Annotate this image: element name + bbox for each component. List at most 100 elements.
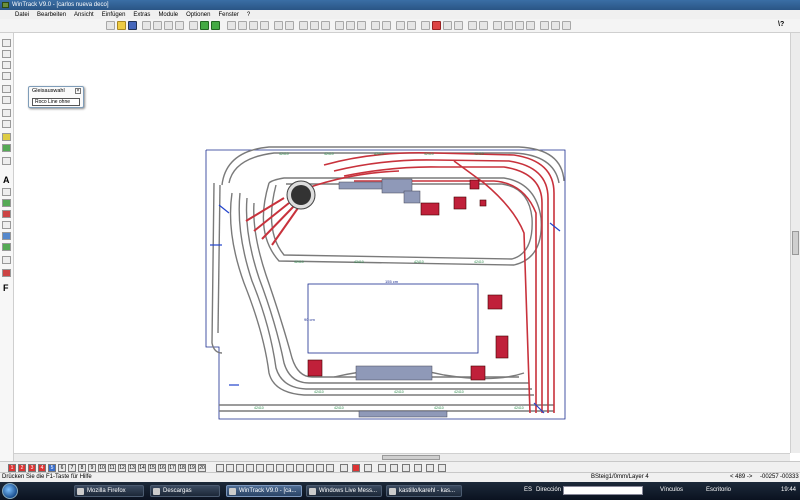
nav-stop-icon[interactable] — [438, 464, 446, 472]
rotate-icon[interactable] — [346, 21, 355, 30]
rectangle-icon[interactable] — [504, 21, 513, 30]
3d-view-icon[interactable] — [540, 21, 549, 30]
layer-extra-button[interactable] — [216, 464, 224, 472]
layer-extra-button[interactable] — [226, 464, 234, 472]
layer-button-9[interactable]: 9 — [88, 464, 96, 472]
connect-icon[interactable] — [421, 21, 430, 30]
menu-datei[interactable]: Datei — [14, 12, 30, 18]
measure-icon[interactable] — [382, 21, 391, 30]
vertical-scroll-thumb[interactable] — [792, 231, 799, 255]
tool-pointer-icon[interactable] — [2, 39, 11, 47]
layer-button-12[interactable]: 12 — [118, 464, 126, 472]
tool-landscape-icon[interactable] — [2, 243, 11, 251]
layer-button-15[interactable]: 15 — [148, 464, 156, 472]
tool-road-icon[interactable] — [2, 157, 11, 165]
tool-tunnel-icon[interactable] — [2, 120, 11, 128]
menu-fenster[interactable]: Fenster — [217, 12, 239, 18]
task-messenger[interactable]: Windows Live Mess... — [306, 485, 382, 497]
flex-track-icon[interactable] — [407, 21, 416, 30]
tool-house-icon[interactable] — [2, 210, 11, 218]
tool-font-icon[interactable]: F — [3, 283, 9, 293]
menu-bearbeiten[interactable]: Bearbeiten — [36, 12, 67, 18]
settings-icon[interactable] — [562, 21, 571, 30]
circle-icon[interactable] — [515, 21, 524, 30]
zoom-window-icon[interactable] — [249, 21, 258, 30]
nav-next-icon[interactable] — [402, 464, 410, 472]
pen-icon[interactable] — [364, 464, 372, 472]
layer-extra-button[interactable] — [326, 464, 334, 472]
tool-curve-icon[interactable] — [2, 72, 11, 80]
layer-extra-button[interactable] — [246, 464, 254, 472]
tool-text-icon[interactable]: A — [3, 175, 10, 185]
layer-button-7[interactable]: 7 — [68, 464, 76, 472]
tool-eraser-icon[interactable] — [2, 269, 11, 277]
close-icon[interactable]: × — [75, 88, 81, 94]
menu-optionen[interactable]: Optionen — [185, 12, 211, 18]
height-icon[interactable] — [443, 21, 452, 30]
task-wintrack[interactable]: WinTrack V9.0 - [ca... — [226, 485, 302, 497]
horizontal-scroll-thumb[interactable] — [382, 455, 440, 460]
list-icon[interactable] — [551, 21, 560, 30]
paste-icon[interactable] — [321, 21, 330, 30]
tool-water-icon[interactable] — [2, 232, 11, 240]
layer-extra-button[interactable] — [316, 464, 324, 472]
tool-track-icon[interactable] — [2, 61, 11, 69]
layer-button-1[interactable]: 1 — [8, 464, 16, 472]
print-icon[interactable] — [142, 21, 151, 30]
tool-ruler-icon[interactable] — [2, 256, 11, 264]
task-firefox[interactable]: Mozilla Firefox — [74, 485, 144, 497]
menu-einfuegen[interactable]: Einfügen — [101, 12, 127, 18]
layer-extra-button[interactable] — [276, 464, 284, 472]
redo-icon[interactable] — [285, 21, 294, 30]
track-plan[interactable]: 155 cm 90 cm 42410 42410 42410 42410 424… — [14, 33, 790, 453]
horizontal-scrollbar[interactable] — [14, 453, 790, 461]
track-color-icon[interactable] — [340, 464, 348, 472]
mirror-icon[interactable] — [335, 21, 344, 30]
layer-button-19[interactable]: 19 — [188, 464, 196, 472]
layer-extra-button[interactable] — [256, 464, 264, 472]
table-icon[interactable] — [211, 21, 220, 30]
task-descargas[interactable]: Descargas — [150, 485, 220, 497]
layer-button-18[interactable]: 18 — [178, 464, 186, 472]
tool-pen-icon[interactable] — [2, 188, 11, 196]
page-setup-icon[interactable] — [164, 21, 173, 30]
zoom-out-icon[interactable] — [238, 21, 247, 30]
nav-last-icon[interactable] — [414, 464, 422, 472]
grid-icon[interactable] — [200, 21, 209, 30]
nav-prev-icon[interactable] — [390, 464, 398, 472]
layer-extra-button[interactable] — [236, 464, 244, 472]
save-icon[interactable] — [128, 21, 137, 30]
layer-extra-button[interactable] — [296, 464, 304, 472]
layer-button-20[interactable]: 20 — [198, 464, 206, 472]
layer-button-5[interactable]: 5 — [48, 464, 56, 472]
layer-button-4[interactable]: 4 — [38, 464, 46, 472]
copy-icon[interactable] — [310, 21, 319, 30]
help-pointer-icon[interactable]: \? — [778, 21, 784, 28]
desktop-label[interactable]: Escritorio — [706, 487, 731, 493]
tool-platform-icon[interactable] — [2, 133, 11, 141]
print-preview-icon[interactable] — [153, 21, 162, 30]
layer-extra-button[interactable] — [266, 464, 274, 472]
menu-module[interactable]: Module — [157, 12, 179, 18]
red-track-icon[interactable] — [352, 464, 360, 472]
menu-extras[interactable]: Extras — [132, 12, 151, 18]
drawing-canvas[interactable]: 155 cm 90 cm 42410 42410 42410 42410 424… — [14, 33, 790, 453]
nav-play-icon[interactable] — [426, 464, 434, 472]
tool-tree-icon[interactable] — [2, 199, 11, 207]
gleisauswahl-panel[interactable]: Gleisauswahl × Roco Line ohne — [28, 86, 84, 108]
new-file-icon[interactable] — [106, 21, 115, 30]
layer-extra-button[interactable] — [306, 464, 314, 472]
slope-icon[interactable] — [454, 21, 463, 30]
layer-button-10[interactable]: 10 — [98, 464, 106, 472]
layer-button-16[interactable]: 16 — [158, 464, 166, 472]
text-icon[interactable] — [468, 21, 477, 30]
layer-button-2[interactable]: 2 — [18, 464, 26, 472]
color-icon[interactable] — [432, 21, 441, 30]
layer-button-6[interactable]: 6 — [58, 464, 66, 472]
address-input[interactable] — [563, 486, 643, 495]
undo-icon[interactable] — [274, 21, 283, 30]
cut-icon[interactable] — [299, 21, 308, 30]
tool-bridge-icon[interactable] — [2, 109, 11, 117]
menu-help[interactable]: ? — [246, 12, 251, 18]
layer-icon[interactable] — [189, 21, 198, 30]
